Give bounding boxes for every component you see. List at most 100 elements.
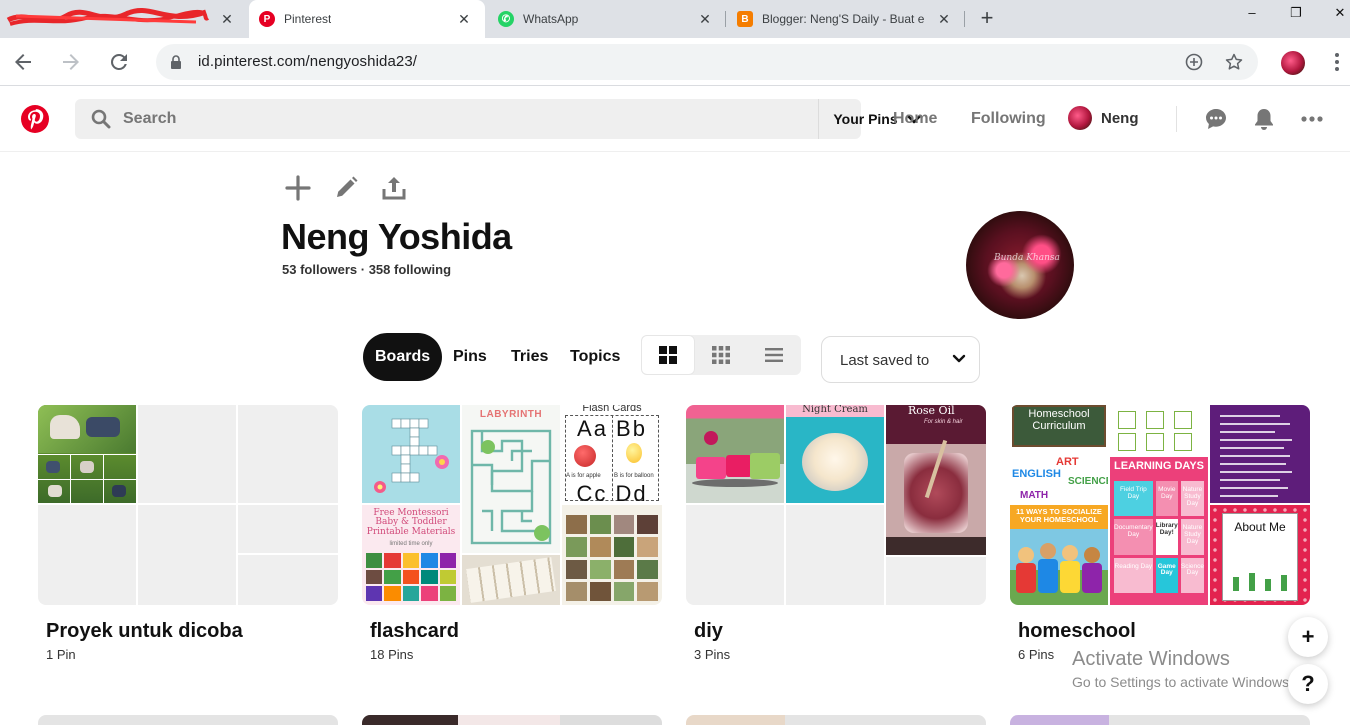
- overlay-text: Free Montessori Baby & Toddler Printable…: [366, 508, 456, 537]
- back-arrow-icon[interactable]: [11, 50, 35, 74]
- add-plus-icon[interactable]: [285, 175, 311, 201]
- board-cover: Free Montessori Baby & Toddler Printable…: [362, 405, 662, 605]
- search-icon: [91, 109, 111, 129]
- board-pin-count: 3 Pins: [694, 647, 731, 662]
- tab-whatsapp[interactable]: ✆ WhatsApp ✕: [488, 0, 724, 38]
- tab-close-icon[interactable]: ✕: [455, 10, 473, 28]
- star-bookmark-icon[interactable]: [1224, 52, 1244, 72]
- browser-tabbar: ✕ P Pinterest ✕ ✆ WhatsApp ✕ B Blogger: …: [0, 0, 1350, 38]
- overlay-text: Movie Day: [1155, 481, 1178, 517]
- overlay-text: 11 WAYS TO SOCIALIZE YOUR HOMESCHOOL: [1016, 507, 1102, 524]
- profile-stats[interactable]: 53 followers · 358 following: [282, 262, 451, 277]
- pin-thumbnail: Homeschool Curriculum ENGLISH ART SCIENC…: [1010, 405, 1108, 503]
- overlay-text: Flash Cards: [582, 405, 642, 414]
- overlay-text: Night Cream: [802, 405, 868, 415]
- overlay-text: ENGLISH: [1012, 468, 1061, 480]
- tab-topics[interactable]: Topics: [558, 333, 632, 381]
- overlay-text: Documentary Day: [1114, 519, 1153, 555]
- pinterest-logo-icon[interactable]: [21, 105, 49, 133]
- search-input[interactable]: [123, 99, 783, 139]
- tab-close-icon[interactable]: ✕: [935, 10, 953, 28]
- notifications-bell-icon[interactable]: [1252, 107, 1276, 131]
- pin-thumbnail: 11 WAYS TO SOCIALIZE YOUR HOMESCHOOL: [1010, 505, 1108, 605]
- nav-user-name: Neng: [1101, 109, 1139, 127]
- browser-menu-icon[interactable]: [1334, 52, 1340, 72]
- empty-cell: [238, 405, 338, 503]
- nav-user-link[interactable]: Neng: [1068, 106, 1139, 130]
- empty-cell: [138, 505, 236, 605]
- pinterest-icon: P: [259, 11, 275, 27]
- search-bar: Your Pins: [75, 99, 921, 139]
- view-toggle: [641, 335, 801, 375]
- tab-redacted[interactable]: ✕: [0, 0, 244, 38]
- tab-blogger[interactable]: B Blogger: Neng'S Daily - Buat e ✕: [727, 0, 963, 38]
- pin-thumbnail: Night Cream: [786, 405, 884, 503]
- windows-activation-watermark: Activate Windows Go to Settings to activ…: [1072, 648, 1293, 690]
- tab-pinterest[interactable]: P Pinterest ✕: [249, 0, 485, 38]
- forward-arrow-icon[interactable]: [59, 50, 83, 74]
- board-card-peek[interactable]: [686, 715, 986, 725]
- empty-cell: [238, 555, 338, 605]
- empty-cell: [38, 505, 136, 605]
- pin-thumbnail: Free Montessori Baby & Toddler Printable…: [362, 505, 460, 605]
- messages-icon[interactable]: [1204, 107, 1228, 131]
- board-title: Proyek untuk dicoba: [46, 620, 243, 642]
- new-tab-button[interactable]: +: [976, 7, 998, 30]
- board-card-peek[interactable]: [38, 715, 338, 725]
- board-title: flashcard: [370, 620, 459, 642]
- browser-profile-avatar[interactable]: [1281, 51, 1305, 75]
- board-card[interactable]: Free Montessori Baby & Toddler Printable…: [362, 405, 662, 662]
- edit-pencil-icon[interactable]: [333, 175, 359, 201]
- floating-add-button[interactable]: +: [1288, 617, 1328, 657]
- nav-following-link[interactable]: Following: [971, 110, 1046, 128]
- sort-select[interactable]: Last saved to: [821, 336, 980, 383]
- nav-home-link[interactable]: Home: [893, 110, 937, 128]
- pin-thumbnail: [562, 505, 662, 605]
- view-compact-button[interactable]: [694, 335, 748, 375]
- more-options-icon[interactable]: [1300, 107, 1324, 131]
- close-window-button[interactable]: ✕: [1326, 4, 1350, 24]
- activation-subtitle: Go to Settings to activate Windows.: [1072, 674, 1293, 690]
- tab-boards[interactable]: Boards: [363, 333, 443, 381]
- board-title: diy: [694, 620, 723, 642]
- add-circle-icon[interactable]: [1184, 52, 1204, 72]
- browser-toolbar: id.pinterest.com/nengyoshida23/: [0, 38, 1350, 86]
- profile-avatar: Bunda Khansa: [966, 211, 1074, 319]
- view-list-button[interactable]: [747, 335, 801, 375]
- board-card[interactable]: Proyek untuk dicoba 1 Pin: [38, 405, 338, 662]
- pin-thumbnail: [686, 405, 784, 503]
- overlay-text: About Me: [1234, 520, 1286, 534]
- tab-pins[interactable]: Pins: [441, 333, 499, 381]
- pin-thumbnail: [362, 405, 460, 503]
- avatar-watermark: Bunda Khansa: [994, 253, 1060, 263]
- reload-icon[interactable]: [107, 50, 131, 74]
- board-card-peek[interactable]: [362, 715, 662, 725]
- overlay-text: limited time only: [389, 541, 433, 547]
- board-title: homeschool: [1018, 620, 1136, 642]
- share-upload-icon[interactable]: [381, 175, 407, 201]
- blogger-icon: B: [737, 11, 753, 27]
- empty-cell: [786, 505, 884, 605]
- empty-cell: [238, 505, 338, 553]
- overlay-text: Reading Day: [1114, 557, 1153, 593]
- help-button[interactable]: ?: [1288, 664, 1328, 704]
- board-card-peek[interactable]: [1010, 715, 1310, 725]
- address-bar[interactable]: id.pinterest.com/nengyoshida23/: [156, 44, 1258, 80]
- tab-close-icon[interactable]: ✕: [696, 10, 714, 28]
- tab-label: Pinterest: [284, 12, 332, 26]
- restore-button[interactable]: ❐: [1282, 4, 1310, 24]
- overlay-text: MATH: [1020, 490, 1049, 501]
- pin-thumbnail: LABYRINTH: [462, 405, 560, 553]
- overlay-text: Nature Study Day: [1180, 519, 1204, 555]
- overlay-text: Homeschool Curriculum: [1028, 408, 1090, 432]
- tab-close-icon[interactable]: ✕: [218, 10, 236, 28]
- minimize-button[interactable]: –: [1238, 4, 1266, 24]
- tab-label: Blogger: Neng'S Daily - Buat e: [762, 12, 924, 26]
- overlay-text: ART: [1056, 456, 1079, 468]
- board-pin-count: 1 Pin: [46, 647, 76, 662]
- tab-tries[interactable]: Tries: [499, 333, 560, 381]
- board-card[interactable]: Night Cream Rose Oil For skin & hair diy…: [686, 405, 986, 662]
- board-card[interactable]: Homeschool Curriculum ENGLISH ART SCIENC…: [1010, 405, 1310, 662]
- view-default-button[interactable]: [641, 335, 695, 375]
- overlay-text: Rose Oil: [908, 405, 955, 417]
